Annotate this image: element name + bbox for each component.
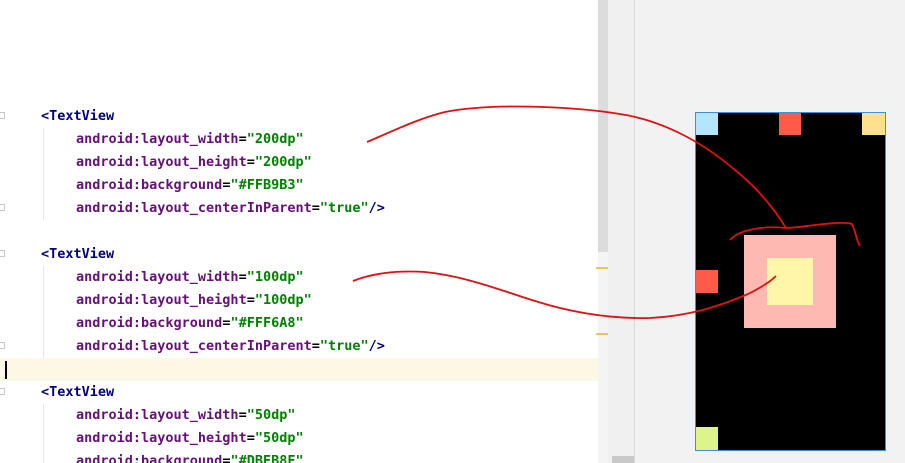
code-token: android: bbox=[76, 338, 142, 354]
code-token: TextView bbox=[49, 384, 115, 400]
warning-marker[interactable] bbox=[596, 267, 608, 269]
center-100dp-square[interactable] bbox=[767, 258, 813, 305]
code-token: android: bbox=[76, 430, 142, 446]
code-token: "200dp" bbox=[246, 131, 304, 147]
pane-divider[interactable] bbox=[608, 0, 634, 463]
top-right-square[interactable] bbox=[862, 113, 885, 135]
code-token: layout_width bbox=[141, 131, 239, 147]
code-token: "#FFB9B3" bbox=[230, 177, 304, 193]
code-line[interactable] bbox=[0, 220, 608, 243]
code-token: = bbox=[246, 154, 255, 170]
code-token: < bbox=[41, 108, 50, 124]
code-token: android: bbox=[76, 292, 142, 308]
code-token: layout_height bbox=[141, 154, 247, 170]
code-line[interactable]: android:background="#FFB9B3" bbox=[0, 174, 608, 197]
code-token: = bbox=[311, 200, 320, 216]
code-token: = bbox=[238, 407, 247, 423]
code-token: background bbox=[141, 177, 223, 193]
code-token: android: bbox=[76, 200, 142, 216]
fold-marker-icon[interactable] bbox=[0, 112, 5, 119]
vertical-scroll-thumb[interactable] bbox=[598, 0, 608, 252]
fold-marker-icon[interactable] bbox=[0, 388, 5, 395]
top-center-square[interactable] bbox=[779, 113, 801, 135]
code-token: background bbox=[141, 315, 223, 331]
code-token: android: bbox=[76, 453, 142, 463]
code-token: = bbox=[238, 269, 247, 285]
code-line[interactable]: android:layout_width="200dp" bbox=[0, 128, 608, 151]
code-token: "true" bbox=[319, 338, 369, 354]
code-line[interactable]: android:background="#DBEB8F" bbox=[0, 450, 608, 463]
code-line[interactable]: android:layout_centerInParent="true"/> bbox=[0, 335, 608, 358]
fold-marker-icon[interactable] bbox=[0, 250, 5, 257]
code-token: "#DBEB8F" bbox=[230, 453, 304, 463]
code-token: android: bbox=[76, 177, 142, 193]
code-token: "50dp" bbox=[246, 407, 296, 423]
code-token: = bbox=[246, 292, 255, 308]
code-line[interactable]: android:layout_height="200dp" bbox=[0, 151, 608, 174]
code-token: TextView bbox=[49, 108, 115, 124]
warning-marker[interactable] bbox=[596, 333, 608, 335]
code-line[interactable]: <TextView bbox=[0, 381, 608, 404]
code-line[interactable]: android:layout_width="100dp" bbox=[0, 266, 608, 289]
code-token: layout_centerInParent bbox=[141, 200, 312, 216]
device-preview-screen[interactable] bbox=[695, 112, 886, 451]
code-token: android: bbox=[76, 407, 142, 423]
code-token: = bbox=[311, 338, 320, 354]
code-token: layout_height bbox=[141, 430, 247, 446]
code-token: "200dp" bbox=[254, 154, 312, 170]
indent-guide bbox=[43, 266, 44, 358]
code-token: "#FFF6A8" bbox=[230, 315, 304, 331]
fold-marker-icon[interactable] bbox=[0, 342, 5, 349]
code-token: "true" bbox=[319, 200, 369, 216]
code-token: "100dp" bbox=[254, 292, 312, 308]
code-token: android: bbox=[76, 269, 142, 285]
horizontal-scroll-thumb[interactable] bbox=[612, 456, 634, 463]
bottom-left-square[interactable] bbox=[696, 427, 718, 450]
code-line[interactable]: android:background="#FFF6A8" bbox=[0, 312, 608, 335]
code-token: layout_height bbox=[141, 292, 247, 308]
code-token: android: bbox=[76, 315, 142, 331]
top-left-square[interactable] bbox=[696, 113, 718, 135]
code-token: < bbox=[41, 384, 50, 400]
left-center-square[interactable] bbox=[696, 270, 718, 293]
text-caret bbox=[5, 361, 7, 379]
code-token: < bbox=[41, 246, 50, 262]
indent-guide bbox=[43, 404, 44, 463]
code-token: "100dp" bbox=[246, 269, 304, 285]
indent-guide bbox=[43, 128, 44, 220]
code-token: background bbox=[141, 453, 223, 463]
code-token: layout_width bbox=[141, 407, 239, 423]
code-token: /> bbox=[368, 338, 385, 354]
code-line[interactable]: android:layout_width="50dp" bbox=[0, 404, 608, 427]
code-token: = bbox=[246, 430, 255, 446]
code-line[interactable]: android:layout_centerInParent="true"/> bbox=[0, 197, 608, 220]
code-line[interactable] bbox=[0, 358, 608, 381]
code-token: layout_width bbox=[141, 269, 239, 285]
code-token: layout_centerInParent bbox=[141, 338, 312, 354]
code-token: android: bbox=[76, 154, 142, 170]
code-token: android: bbox=[76, 131, 142, 147]
fold-marker-icon[interactable] bbox=[0, 204, 5, 211]
code-token: /> bbox=[368, 200, 385, 216]
code-line[interactable]: <TextView bbox=[0, 243, 608, 266]
code-line[interactable]: <TextView bbox=[0, 105, 608, 128]
code-token: = bbox=[238, 131, 247, 147]
code-editor[interactable]: <TextView android:layout_width="200dp" and… bbox=[0, 0, 608, 463]
code-line[interactable]: android:layout_height="100dp" bbox=[0, 289, 608, 312]
code-token: "50dp" bbox=[254, 430, 304, 446]
code-line[interactable]: android:layout_height="50dp" bbox=[0, 427, 608, 450]
code-token: TextView bbox=[49, 246, 115, 262]
